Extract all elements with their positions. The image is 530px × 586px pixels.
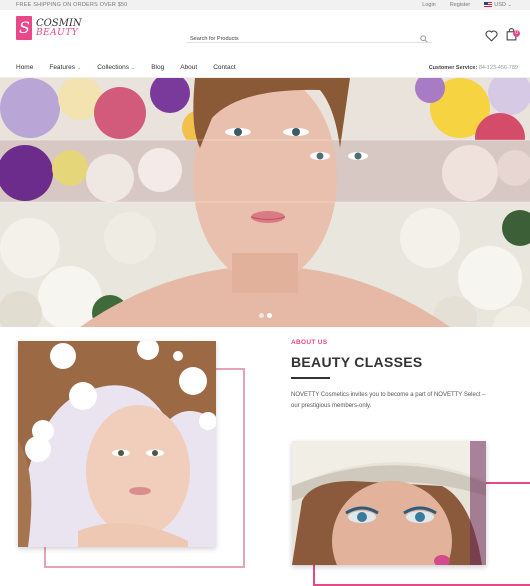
register-link[interactable]: Register xyxy=(450,0,470,10)
customer-service-phone: 84-123-456-789 xyxy=(478,65,518,71)
nav-item-blog[interactable]: Blog xyxy=(151,64,164,71)
customer-service: Customer Service: 84-123-456-789 xyxy=(429,65,518,71)
account-links: Login Register USD ⌄ xyxy=(422,0,512,10)
customer-service-label: Customer Service: xyxy=(428,65,478,71)
cart-count-badge: 0 xyxy=(513,30,520,37)
nav-item-features[interactable]: Features ⌄ xyxy=(49,64,81,71)
wishlist-heart-icon[interactable] xyxy=(485,29,498,47)
carousel-dots xyxy=(259,313,272,318)
us-flag-icon xyxy=(484,2,493,8)
search-bar xyxy=(186,27,432,46)
shipping-notice: FREE SHIPPING ON ORDERS OVER $50 xyxy=(16,2,128,8)
promo-photo xyxy=(292,441,486,565)
section-text: NOVETTY Cosmetics invites you to become … xyxy=(291,392,486,409)
logo-name: COSMIN xyxy=(36,17,82,29)
main-nav: Home Features ⌄ Collections ⌄ Blog About C… xyxy=(0,60,530,78)
nav-item-home[interactable]: Home xyxy=(16,64,33,71)
search-input[interactable] xyxy=(186,32,390,46)
carousel-dot-active[interactable] xyxy=(267,313,272,318)
about-photo xyxy=(18,341,216,547)
logo-tagline: BEAUTY xyxy=(36,27,79,38)
section-label: ABOUT US xyxy=(291,339,328,346)
carousel-dot[interactable] xyxy=(259,313,264,318)
currency-selector[interactable]: USD ⌄ xyxy=(484,0,512,10)
section-title: BEAUTY CLASSES xyxy=(291,354,423,370)
logo[interactable]: COSMIN BEAUTY xyxy=(16,16,82,40)
chevron-down-icon: ⌄ xyxy=(507,2,512,8)
hero-image xyxy=(0,78,530,327)
nav-item-collections[interactable]: Collections ⌄ xyxy=(97,64,135,71)
logo-mark-icon xyxy=(16,16,32,40)
login-link[interactable]: Login xyxy=(422,0,435,10)
top-bar: FREE SHIPPING ON ORDERS OVER $50 Login R… xyxy=(0,0,530,10)
nav-item-about[interactable]: About xyxy=(180,64,197,71)
nav-item-contact[interactable]: Contact xyxy=(213,64,235,71)
chevron-down-icon: ⌄ xyxy=(131,65,136,71)
chevron-down-icon: ⌄ xyxy=(77,65,82,71)
hero-banner xyxy=(0,78,530,327)
search-icon[interactable] xyxy=(420,30,428,48)
currency-label: USD xyxy=(494,2,506,8)
title-underline xyxy=(291,377,330,379)
